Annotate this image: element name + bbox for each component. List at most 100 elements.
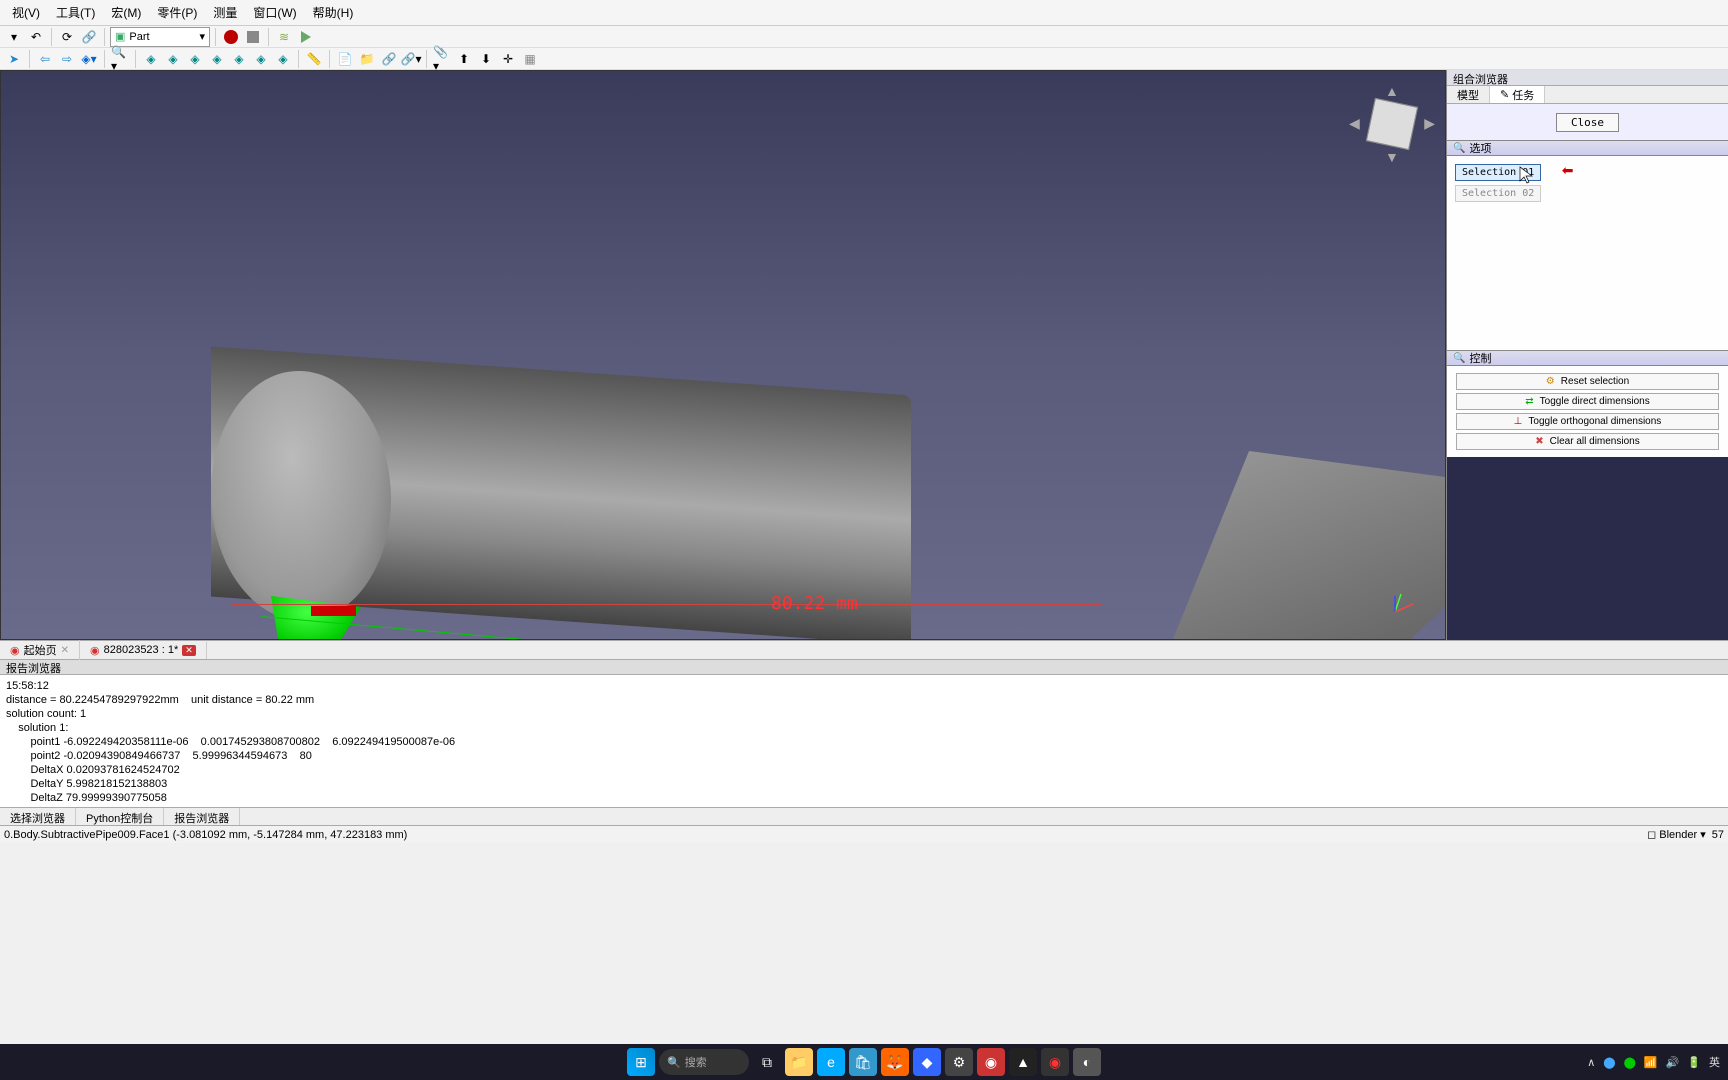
- menu-tools[interactable]: 工具(T): [48, 1, 103, 24]
- clear-dims-button[interactable]: ✖ Clear all dimensions: [1456, 433, 1718, 450]
- report-line: 15:58:12: [6, 680, 49, 692]
- right-view-icon[interactable]: ◈: [207, 49, 227, 69]
- menu-bar: 视(V) 工具(T) 宏(M) 零件(P) 测量 窗口(W) 帮助(H): [0, 0, 1728, 26]
- tray-battery-icon[interactable]: 🔋: [1685, 1056, 1703, 1069]
- navcube-left-icon[interactable]: ◀: [1349, 115, 1360, 132]
- toggle-ortho-button[interactable]: ⊥ Toggle orthogonal dimensions: [1456, 413, 1718, 430]
- doc-tab-start[interactable]: ◉ 起始页 ✕: [0, 640, 80, 660]
- app-icon-4[interactable]: ◐: [1073, 1048, 1101, 1076]
- report-view[interactable]: 15:58:12 distance = 80.22454789297922mm …: [0, 675, 1728, 807]
- dropdown-icon[interactable]: ▾: [4, 27, 24, 47]
- report-line: distance = 80.22454789297922mm unit dist…: [6, 694, 314, 706]
- tray-sound-icon[interactable]: 🔊: [1664, 1056, 1682, 1069]
- tray-lang[interactable]: 英: [1707, 1054, 1722, 1070]
- arrow-icon[interactable]: ➤: [4, 49, 24, 69]
- close-tab-icon[interactable]: ✕: [182, 645, 196, 656]
- link-icon[interactable]: 🔗: [379, 49, 399, 69]
- start-button[interactable]: ⊞: [627, 1048, 655, 1076]
- macros-icon[interactable]: ≋: [274, 27, 294, 47]
- left-view-icon[interactable]: ◈: [273, 49, 293, 69]
- tab-tasks[interactable]: ✎ 任务: [1490, 86, 1545, 103]
- navcube-up-icon[interactable]: ▲: [1385, 83, 1399, 99]
- main-area: 80.22 mm 80.00 mm ▲ ▼ ◀ ▶ 组合浏览器 模型 ✎ 任务: [0, 70, 1728, 640]
- zoom-fit-icon[interactable]: 🔍▾: [110, 49, 130, 69]
- freecad-icon: ◉: [10, 644, 20, 657]
- tray-icon[interactable]: ⬤: [1622, 1056, 1638, 1069]
- menu-view[interactable]: 视(V): [4, 1, 48, 24]
- edge-icon[interactable]: e: [817, 1048, 845, 1076]
- settings-icon[interactable]: ⚙: [945, 1048, 973, 1076]
- app-icon-1[interactable]: ◆: [913, 1048, 941, 1076]
- stop-macro-icon[interactable]: [243, 27, 263, 47]
- axis-icon[interactable]: ✛: [498, 49, 518, 69]
- refresh-icon[interactable]: ⟳: [57, 27, 77, 47]
- nav-style-icon[interactable]: ◻ Blender ▾: [1647, 828, 1706, 841]
- forward-icon[interactable]: ⇨: [57, 49, 77, 69]
- menu-part[interactable]: 零件(P): [149, 1, 205, 24]
- tray-arrow-icon[interactable]: ∧: [1585, 1056, 1597, 1069]
- navcube-face[interactable]: [1366, 98, 1418, 150]
- freecad-taskbar-icon[interactable]: ◉: [1041, 1048, 1069, 1076]
- link-icon[interactable]: 🔗: [79, 27, 99, 47]
- play-macro-icon[interactable]: [296, 27, 316, 47]
- record-macro-icon[interactable]: [221, 27, 241, 47]
- navigation-cube[interactable]: ▲ ▼ ◀ ▶: [1353, 85, 1431, 163]
- explorer-icon[interactable]: 📁: [785, 1048, 813, 1076]
- part-icon[interactable]: 📄: [335, 49, 355, 69]
- menu-window[interactable]: 窗口(W): [245, 1, 304, 24]
- view-dropdown-icon[interactable]: ◈▾: [79, 49, 99, 69]
- menu-macro[interactable]: 宏(M): [103, 1, 149, 24]
- link-sel-icon[interactable]: 🔗▾: [401, 49, 421, 69]
- workbench-selector[interactable]: ▣ Part ▾: [110, 27, 210, 47]
- close-button-bar: Close: [1447, 104, 1728, 140]
- tab-selection-view[interactable]: 选择浏览器: [0, 808, 76, 825]
- doc-tab-file[interactable]: ◉ 828023523 : 1* ✕: [80, 642, 207, 659]
- red-arrow-icon: ⬅: [1562, 162, 1574, 178]
- box-icon[interactable]: ▦: [520, 49, 540, 69]
- top-view-icon[interactable]: ◈: [185, 49, 205, 69]
- separator: [215, 28, 216, 46]
- import-icon[interactable]: ⬇: [476, 49, 496, 69]
- toolbar-1: ▾ ↶ ⟳ 🔗 ▣ Part ▾ ≋: [0, 26, 1728, 48]
- task-view-icon[interactable]: ⧉: [753, 1048, 781, 1076]
- selection-2-button[interactable]: Selection 02: [1455, 185, 1541, 202]
- navcube-right-icon[interactable]: ▶: [1424, 115, 1435, 132]
- section-selections-header[interactable]: 选项: [1447, 140, 1728, 156]
- firefox-icon[interactable]: 🦊: [881, 1048, 909, 1076]
- store-icon[interactable]: 🛍: [849, 1048, 877, 1076]
- close-tab-icon[interactable]: ✕: [61, 645, 69, 656]
- tray-wifi-icon[interactable]: 📶: [1642, 1056, 1660, 1069]
- app-icon-3[interactable]: ▲: [1009, 1048, 1037, 1076]
- menu-help[interactable]: 帮助(H): [305, 1, 362, 24]
- toggle-direct-button[interactable]: ⇄ Toggle direct dimensions: [1456, 393, 1718, 410]
- 3d-viewport[interactable]: 80.22 mm 80.00 mm ▲ ▼ ◀ ▶: [0, 70, 1446, 640]
- report-line: DeltaY 5.998218152138803: [6, 778, 167, 790]
- undo-icon[interactable]: ↶: [26, 27, 46, 47]
- front-view-icon[interactable]: ◈: [163, 49, 183, 69]
- magnifier-icon: [1453, 352, 1465, 364]
- navcube-down-icon[interactable]: ▼: [1385, 149, 1399, 165]
- tab-python-console[interactable]: Python控制台: [76, 808, 164, 825]
- section-selections-body: Selection 01 ⬅ Selection 02: [1447, 156, 1728, 350]
- group-icon[interactable]: 📁: [357, 49, 377, 69]
- doc-tab-file-label: 828023523 : 1*: [104, 644, 179, 656]
- separator: [104, 28, 105, 46]
- tray-icon[interactable]: ⬤: [1601, 1056, 1617, 1069]
- taskbar-search[interactable]: 🔍 搜索: [659, 1049, 749, 1075]
- reset-selection-button[interactable]: ⚙ Reset selection: [1456, 373, 1718, 390]
- tab-report-view[interactable]: 报告浏览器: [164, 808, 240, 825]
- measure-icon[interactable]: 📏: [304, 49, 324, 69]
- export-icon[interactable]: ⬆: [454, 49, 474, 69]
- iso-view-icon[interactable]: ◈: [141, 49, 161, 69]
- back-icon[interactable]: ⇦: [35, 49, 55, 69]
- rear-view-icon[interactable]: ◈: [229, 49, 249, 69]
- attach-icon[interactable]: 📎▾: [432, 49, 452, 69]
- tab-model[interactable]: 模型: [1447, 86, 1490, 103]
- app-icon-2[interactable]: ◉: [977, 1048, 1005, 1076]
- bottom-view-icon[interactable]: ◈: [251, 49, 271, 69]
- section-control-header[interactable]: 控制: [1447, 350, 1728, 366]
- freecad-icon: ◉: [90, 644, 100, 657]
- pencil-icon: ✎: [1500, 88, 1509, 101]
- menu-measure[interactable]: 测量: [205, 1, 245, 24]
- close-button[interactable]: Close: [1556, 113, 1619, 132]
